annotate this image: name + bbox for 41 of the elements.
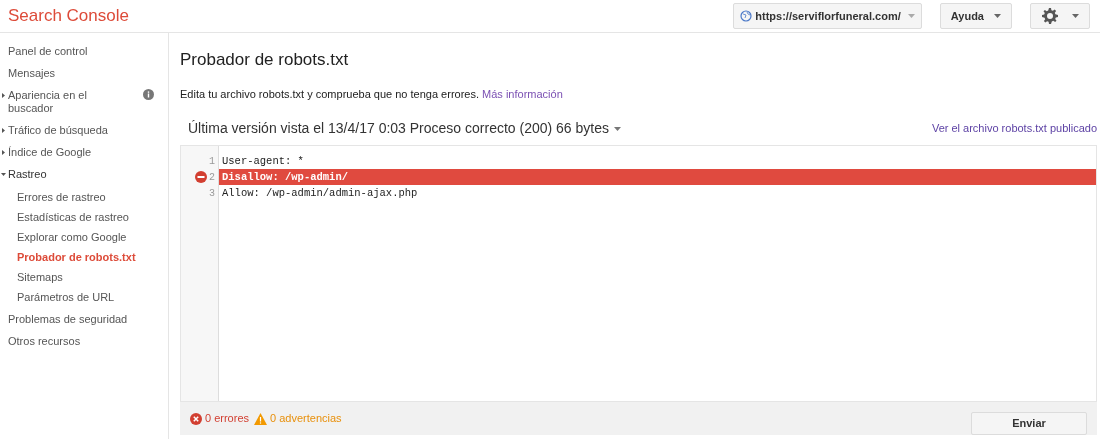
sidebar-subitem[interactable]: Parámetros de URL [17, 290, 115, 304]
description-text: Edita tu archivo robots.txt y comprueba que no tenga errores. [180, 87, 479, 100]
code-editor[interactable]: 1 2 3 User-agent: * Disallow: /wp-admin/ Allow: /wp-admin/admin-ajax.php [180, 145, 1097, 402]
sidebar-subitem[interactable]: Errores de rastreo [17, 190, 106, 204]
caret-icon [614, 126, 621, 131]
settings-icon [1041, 8, 1058, 24]
more-info-link[interactable]: Más información [482, 87, 563, 100]
line-number: 1 [209, 154, 215, 169]
caret-icon [994, 14, 1001, 18]
code-line: User-agent: * [221, 154, 305, 169]
error-icon [190, 412, 202, 425]
view-published-link[interactable]: Ver el archivo robots.txt publicado [931, 120, 1097, 137]
sidebar-item[interactable]: Panel de control [8, 45, 88, 58]
site-selector[interactable]: https://serviflorfuneral.com/ [733, 3, 922, 29]
logo-text[interactable]: Search Console [8, 3, 129, 29]
line-number: 3 [209, 186, 215, 201]
sidebar-subitem[interactable]: Explorar como Google [17, 230, 127, 244]
warning-count: 0 advertencias [270, 411, 342, 427]
sidebar-item[interactable]: Rastreo [8, 168, 47, 181]
sidebar-item[interactable]: Otros recursos [8, 335, 81, 348]
submit-button[interactable]: Enviar [971, 412, 1087, 435]
sidebar-item[interactable]: Apariencia en el buscador [8, 89, 118, 115]
help-button[interactable]: Ayuda [939, 3, 1012, 29]
sidebar-item[interactable]: Índice de Google [8, 146, 92, 159]
sidebar-item[interactable]: Problemas de seguridad [8, 313, 128, 326]
sidebar-subitem[interactable]: Sitemaps [17, 270, 63, 284]
caret-icon [907, 14, 915, 18]
sidebar-subitem[interactable]: Probador de robots.txt [17, 250, 136, 264]
version-dropdown[interactable]: Última versión vista el 13/4/17 0:03 Proceso correcto (200) 66 bytes [188, 118, 621, 139]
settings-button[interactable] [1030, 3, 1090, 29]
code-line: Allow: /wp-admin/admin-ajax.php [221, 186, 419, 201]
sidebar-item[interactable]: Tráfico de búsqueda [8, 124, 108, 137]
caret-icon [1071, 14, 1079, 18]
info-icon[interactable] [143, 89, 154, 100]
globe-icon [740, 10, 753, 22]
sidebar-item[interactable]: Mensajes [8, 67, 56, 80]
warning-icon [254, 412, 268, 425]
sidebar-subitem[interactable]: Estadísticas de rastreo [17, 210, 129, 224]
line-number: 2 [209, 170, 215, 185]
error-count: 0 errores [205, 411, 250, 427]
page-title: Probador de robots.txt [180, 49, 350, 71]
